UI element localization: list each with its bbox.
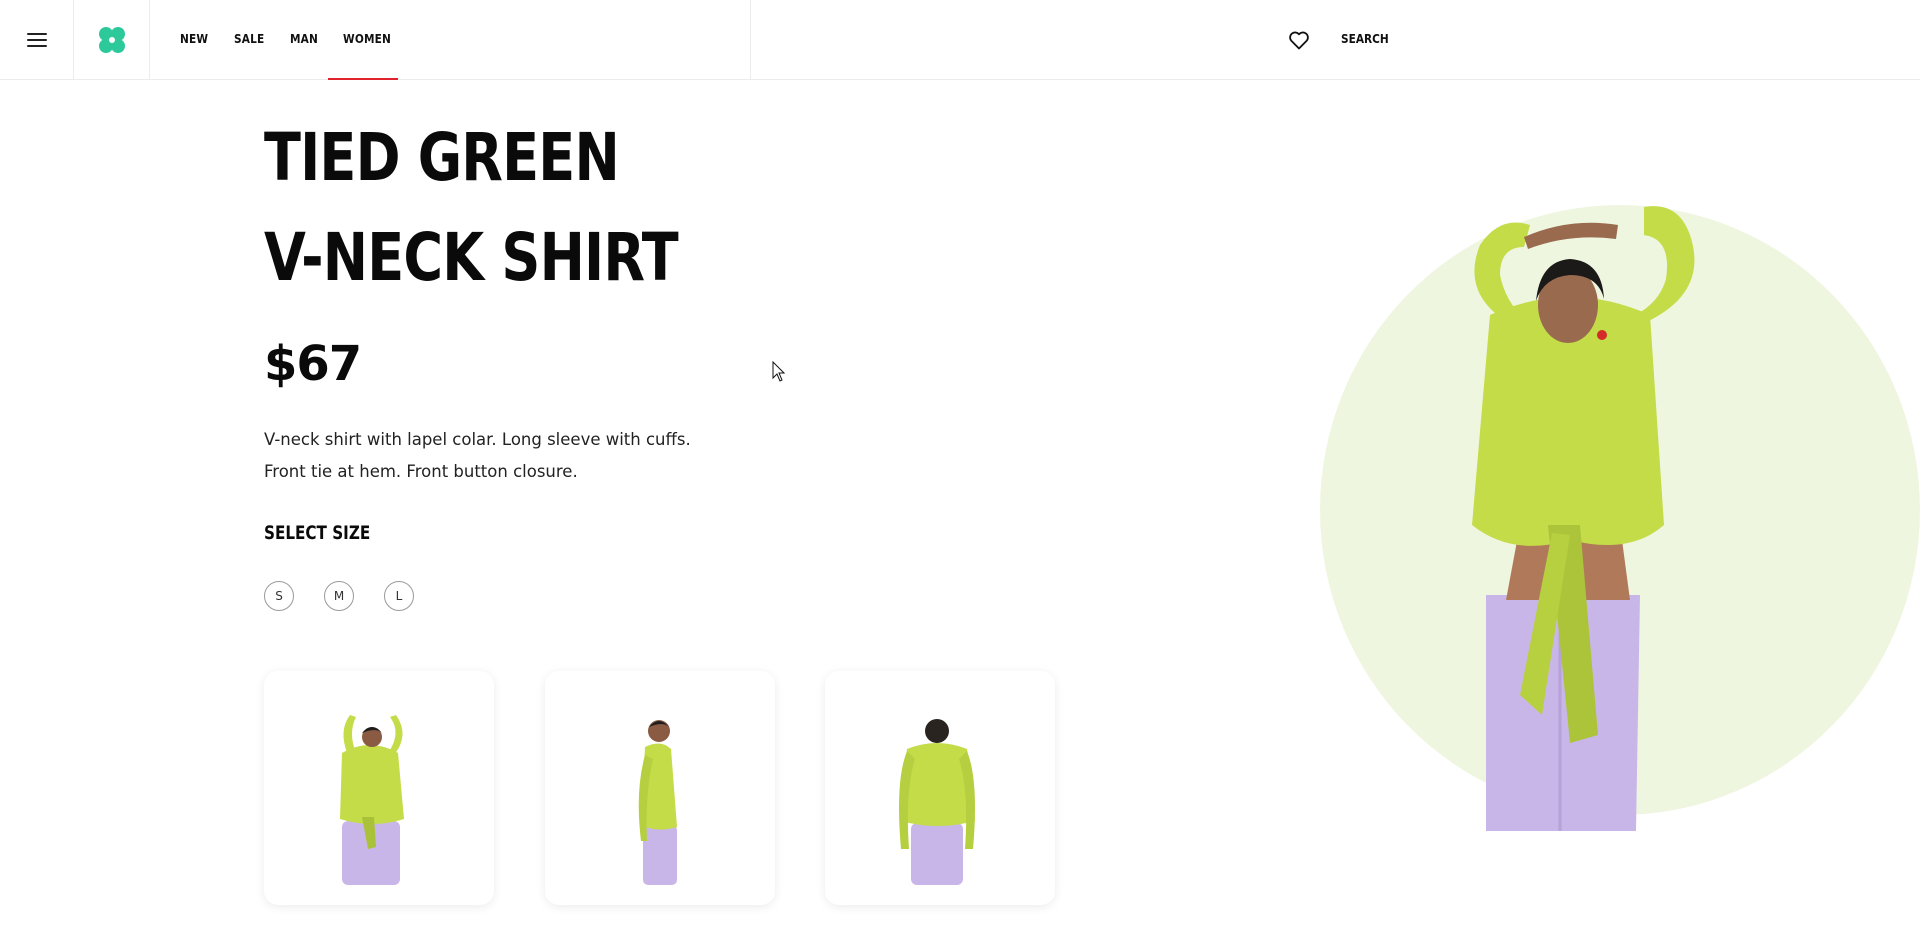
brand-logo[interactable] bbox=[74, 0, 150, 79]
product-title-line-2: V-NECK SHIRT bbox=[264, 219, 679, 296]
select-size-heading: SELECT SIZE bbox=[264, 522, 371, 544]
nav-new[interactable]: NEW bbox=[180, 0, 208, 79]
heart-icon bbox=[1289, 31, 1309, 50]
description-line-1: V-neck shirt with lapel colar. Long slee… bbox=[264, 430, 691, 449]
menu-button[interactable] bbox=[0, 0, 74, 79]
main-nav: NEW SALE MAN WOMEN bbox=[150, 0, 751, 80]
active-nav-indicator bbox=[328, 78, 398, 80]
size-option-m[interactable]: M bbox=[324, 581, 354, 611]
product-price: $67 bbox=[264, 336, 362, 392]
model-side-image bbox=[638, 720, 677, 885]
product-title: TIED GREEN V-NECK SHIRT bbox=[264, 108, 679, 308]
search-link[interactable]: SEARCH bbox=[1341, 0, 1389, 79]
model-front-image bbox=[340, 715, 404, 885]
product-description: V-neck shirt with lapel colar. Long slee… bbox=[264, 424, 784, 488]
thumbnail-side[interactable] bbox=[545, 671, 775, 905]
thumbnail-back[interactable] bbox=[825, 671, 1055, 905]
description-line-2: Front tie at hem. Front button closure. bbox=[264, 462, 578, 481]
thumbnail-front[interactable] bbox=[264, 671, 494, 905]
nav-women[interactable]: WOMEN bbox=[343, 0, 391, 79]
product-title-line-1: TIED GREEN bbox=[264, 119, 620, 196]
size-option-l[interactable]: L bbox=[384, 581, 414, 611]
top-header: NEW SALE MAN WOMEN SEARCH bbox=[0, 0, 1920, 80]
wishlist-button[interactable] bbox=[1287, 28, 1311, 52]
model-hero-image bbox=[1472, 206, 1695, 831]
nav-sale[interactable]: SALE bbox=[234, 0, 264, 79]
nav-man[interactable]: MAN bbox=[290, 0, 318, 79]
hamburger-icon bbox=[26, 32, 47, 47]
mouse-cursor bbox=[772, 361, 786, 382]
size-option-s[interactable]: S bbox=[264, 581, 294, 611]
clover-logo-icon bbox=[98, 26, 125, 53]
model-back-image bbox=[899, 719, 975, 885]
